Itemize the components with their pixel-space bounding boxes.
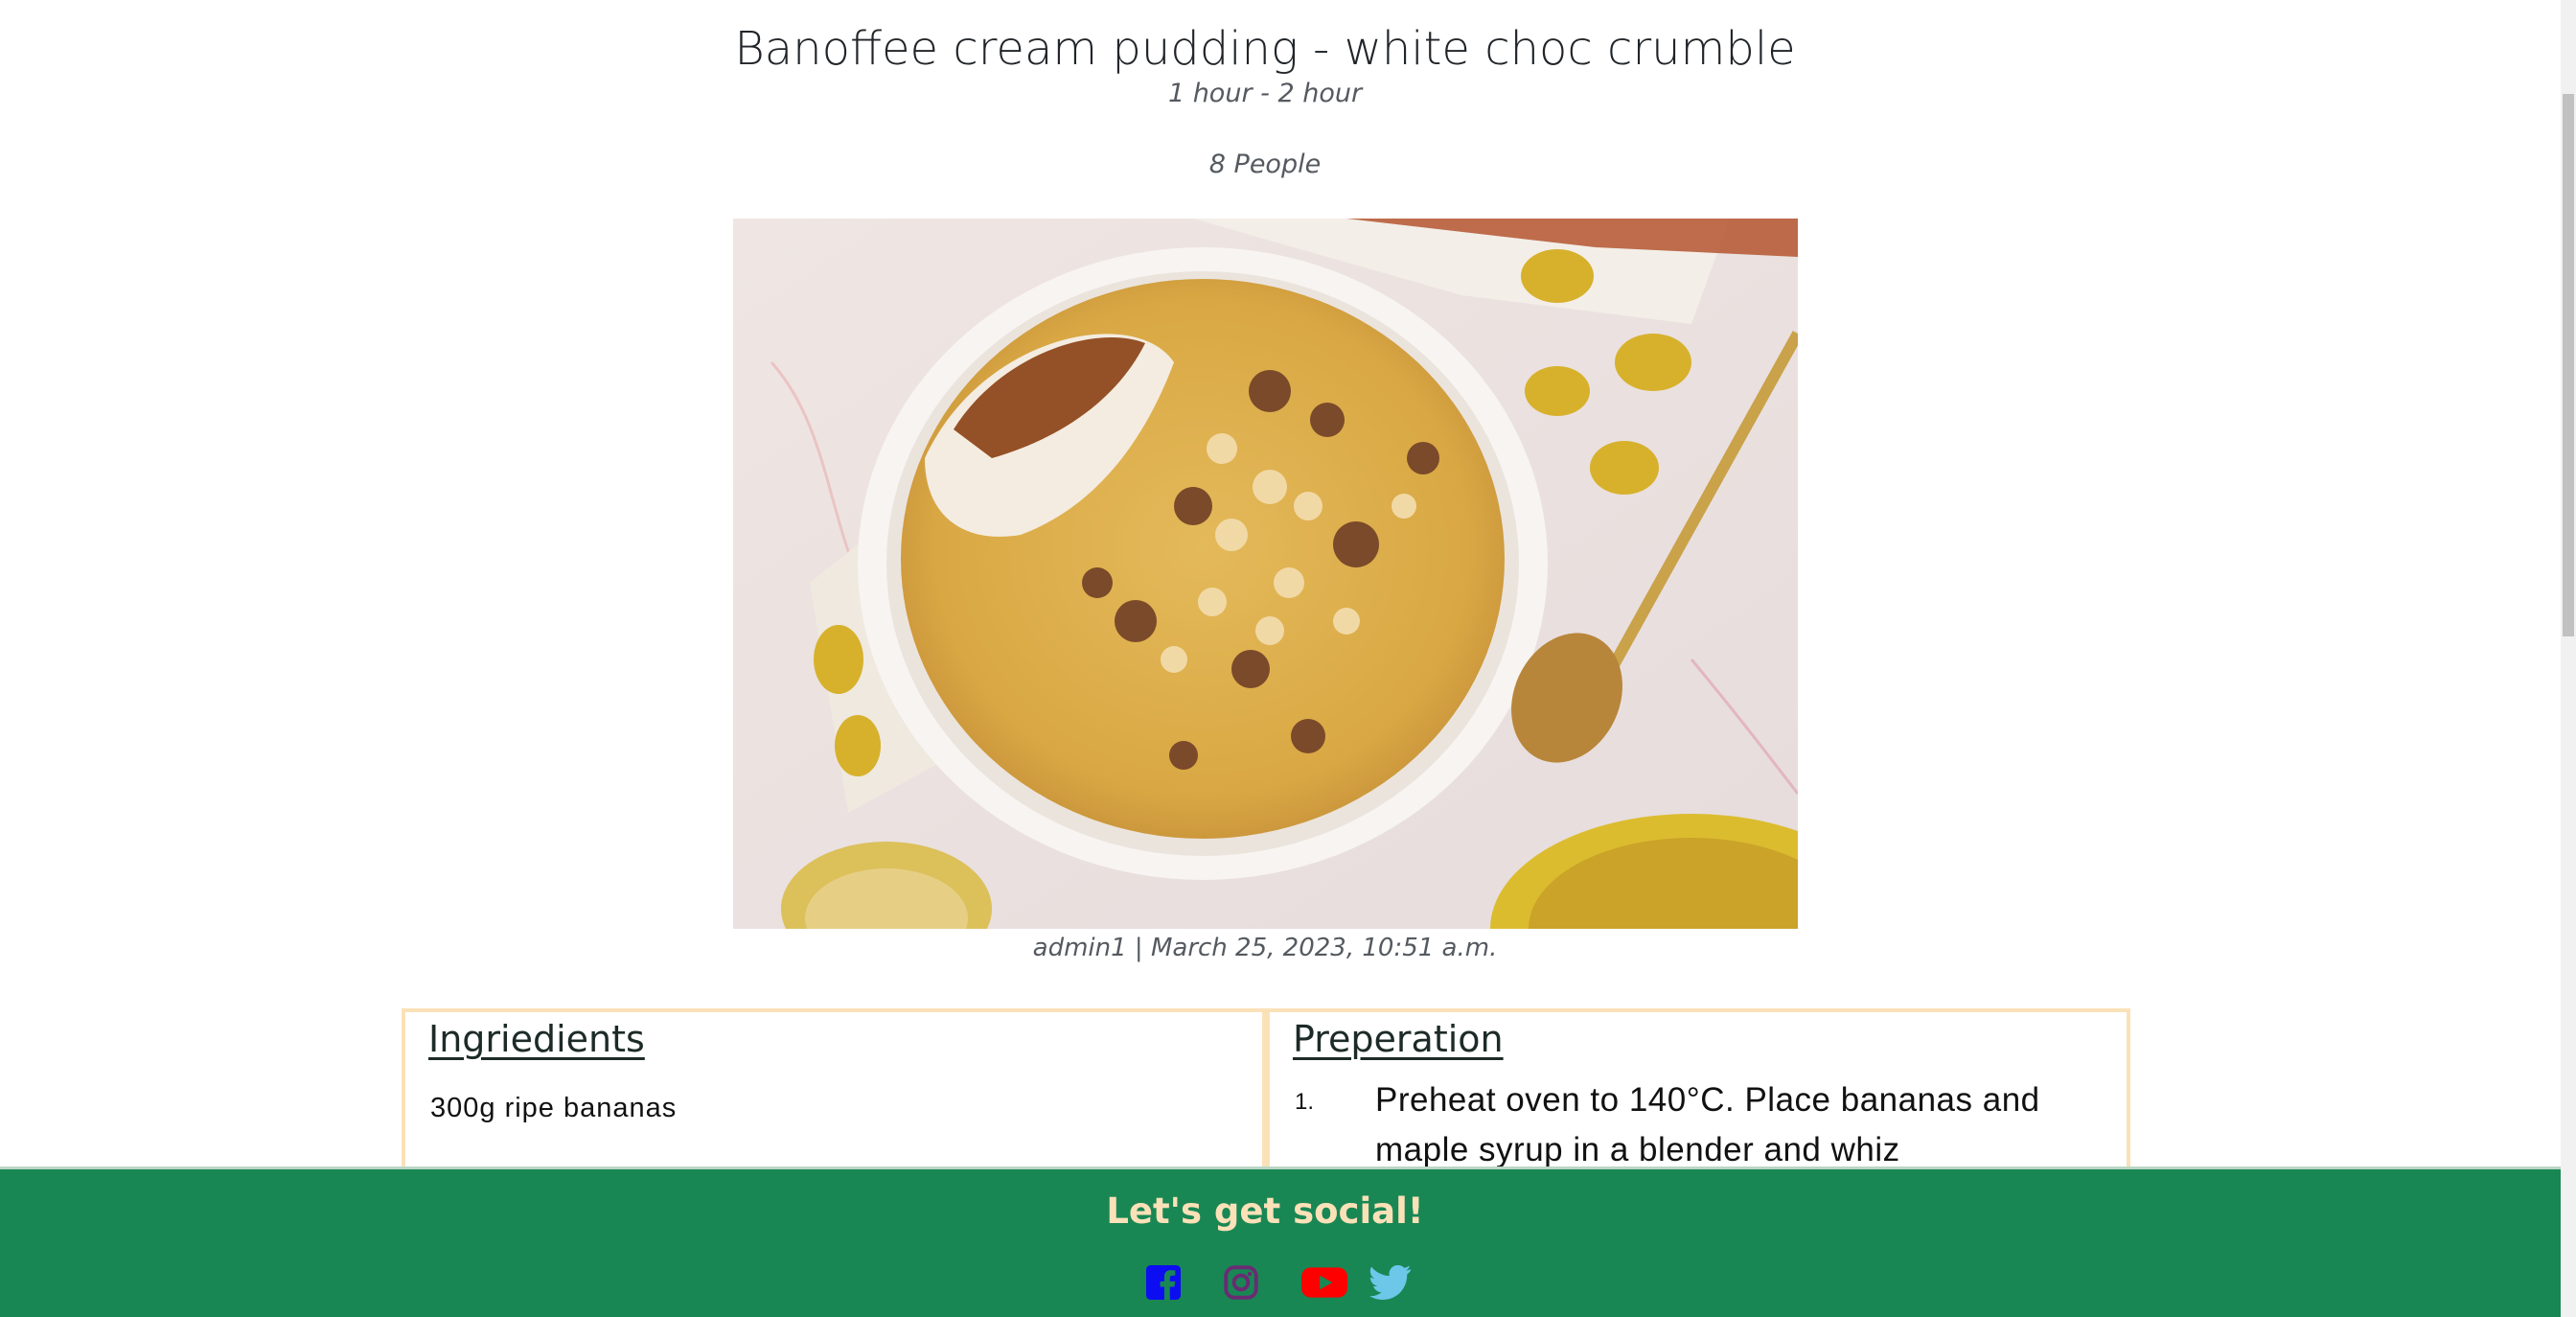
- recipe-image: [733, 219, 1798, 929]
- youtube-icon: [1301, 1267, 1347, 1298]
- recipe-title: Banoffee cream pudding - white choc crum…: [734, 22, 1796, 76]
- step-number: 1.: [1295, 1089, 1315, 1115]
- preparation-heading: Preperation: [1293, 1018, 1504, 1060]
- recipe-page: Banoffee cream pudding - white choc crum…: [0, 0, 2576, 1317]
- ingredients-heading: Ingriedients: [428, 1018, 645, 1060]
- instagram-link[interactable]: [1224, 1265, 1258, 1300]
- footer-heading: Let's get social!: [1106, 1190, 1424, 1232]
- ingredient-item: 300g ripe bananas: [430, 1093, 678, 1123]
- cooking-time: 1 hour - 2 hour: [1167, 79, 1363, 108]
- page-scrollbar[interactable]: [2561, 0, 2576, 1317]
- recipe-byline: admin1 | March 25, 2023, 10:51 a.m.: [1032, 934, 1498, 962]
- social-links: [0, 1265, 2530, 1304]
- scrollbar-thumb[interactable]: [2563, 94, 2574, 636]
- twitter-link[interactable]: [1369, 1265, 1412, 1300]
- footer: Let's get social!: [0, 1167, 2561, 1317]
- facebook-icon: [1146, 1265, 1181, 1300]
- servings: 8 People: [1208, 150, 1322, 179]
- step-text: Preheat oven to 140°C. Place bananas and…: [1375, 1081, 2040, 1168]
- youtube-link[interactable]: [1301, 1265, 1347, 1300]
- main-content: Banoffee cream pudding - white choc crum…: [0, 0, 2561, 1317]
- twitter-icon: [1369, 1265, 1412, 1300]
- facebook-link[interactable]: [1146, 1265, 1181, 1300]
- instagram-icon: [1224, 1265, 1258, 1300]
